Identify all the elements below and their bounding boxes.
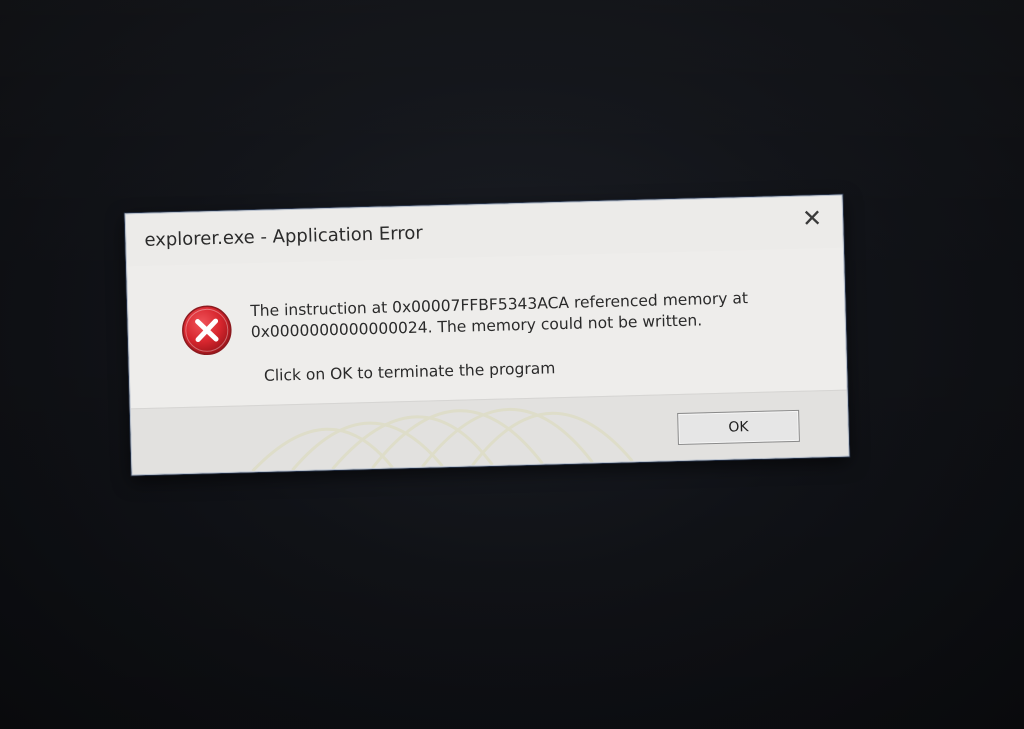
ok-button[interactable]: OK bbox=[677, 409, 800, 446]
dialog-content: The instruction at 0x00007FFBF5343ACA re… bbox=[127, 247, 847, 409]
dialog-title: explorer.exe - Application Error bbox=[144, 222, 424, 251]
close-icon: ✕ bbox=[801, 204, 823, 233]
application-error-dialog: explorer.exe - Application Error ✕ The i… bbox=[124, 194, 850, 476]
error-message: The instruction at 0x00007FFBF5343ACA re… bbox=[250, 287, 811, 344]
application-error-dialog-wrapper: explorer.exe - Application Error ✕ The i… bbox=[124, 194, 850, 476]
error-icon bbox=[182, 305, 232, 356]
terminate-instruction: Click on OK to terminate the program bbox=[263, 359, 556, 385]
close-button[interactable]: ✕ bbox=[794, 202, 831, 235]
